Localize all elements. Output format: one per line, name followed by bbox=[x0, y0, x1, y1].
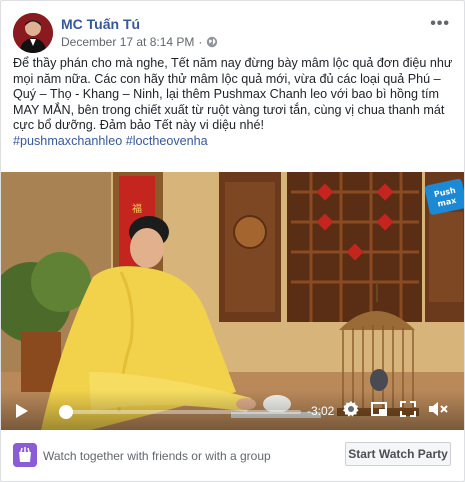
picture-in-picture-icon[interactable] bbox=[371, 401, 387, 417]
post-header: MC Tuấn Tú December 17 at 8:14 PM · ••• bbox=[13, 13, 452, 55]
post-timestamp[interactable]: December 17 at 8:14 PM bbox=[61, 35, 194, 49]
hashtags: #pushmaxchanhleo #loctheovenha bbox=[13, 134, 208, 148]
post-card: MC Tuấn Tú December 17 at 8:14 PM · ••• … bbox=[0, 0, 465, 482]
watch-party-icon bbox=[13, 443, 37, 467]
watch-party-text: Watch together with friends or with a gr… bbox=[43, 449, 271, 463]
author-avatar[interactable] bbox=[13, 13, 53, 53]
hashtag-link[interactable]: #pushmaxchanhleo bbox=[13, 134, 122, 148]
video-player[interactable]: 福 Push max -3:02 bbox=[1, 172, 464, 430]
globe-icon[interactable] bbox=[206, 36, 218, 48]
volume-muted-icon[interactable] bbox=[428, 401, 448, 417]
gear-icon[interactable] bbox=[342, 400, 360, 418]
video-controls: -3:02 bbox=[1, 390, 464, 430]
post-text: Để thầy phán cho mà nghe, Tết năm nay đừ… bbox=[13, 56, 453, 132]
more-options-icon[interactable]: ••• bbox=[430, 15, 450, 33]
author-name[interactable]: MC Tuấn Tú bbox=[61, 16, 140, 32]
meta-separator: · bbox=[198, 35, 203, 49]
start-watch-party-button[interactable]: Start Watch Party bbox=[345, 442, 451, 466]
watch-party-bar: Watch together with friends or with a gr… bbox=[1, 436, 464, 476]
hashtag-link[interactable]: #loctheovenha bbox=[126, 134, 208, 148]
play-icon[interactable] bbox=[15, 403, 29, 419]
post-meta: December 17 at 8:14 PM · bbox=[61, 35, 218, 49]
post-body: Để thầy phán cho mà nghe, Tết năm nay đừ… bbox=[13, 56, 458, 149]
progress-scrubber[interactable] bbox=[58, 405, 73, 419]
time-remaining: -3:02 bbox=[307, 404, 335, 418]
progress-bar[interactable] bbox=[58, 405, 301, 419]
svg-text:福: 福 bbox=[132, 202, 142, 215]
fullscreen-icon[interactable] bbox=[400, 401, 416, 417]
